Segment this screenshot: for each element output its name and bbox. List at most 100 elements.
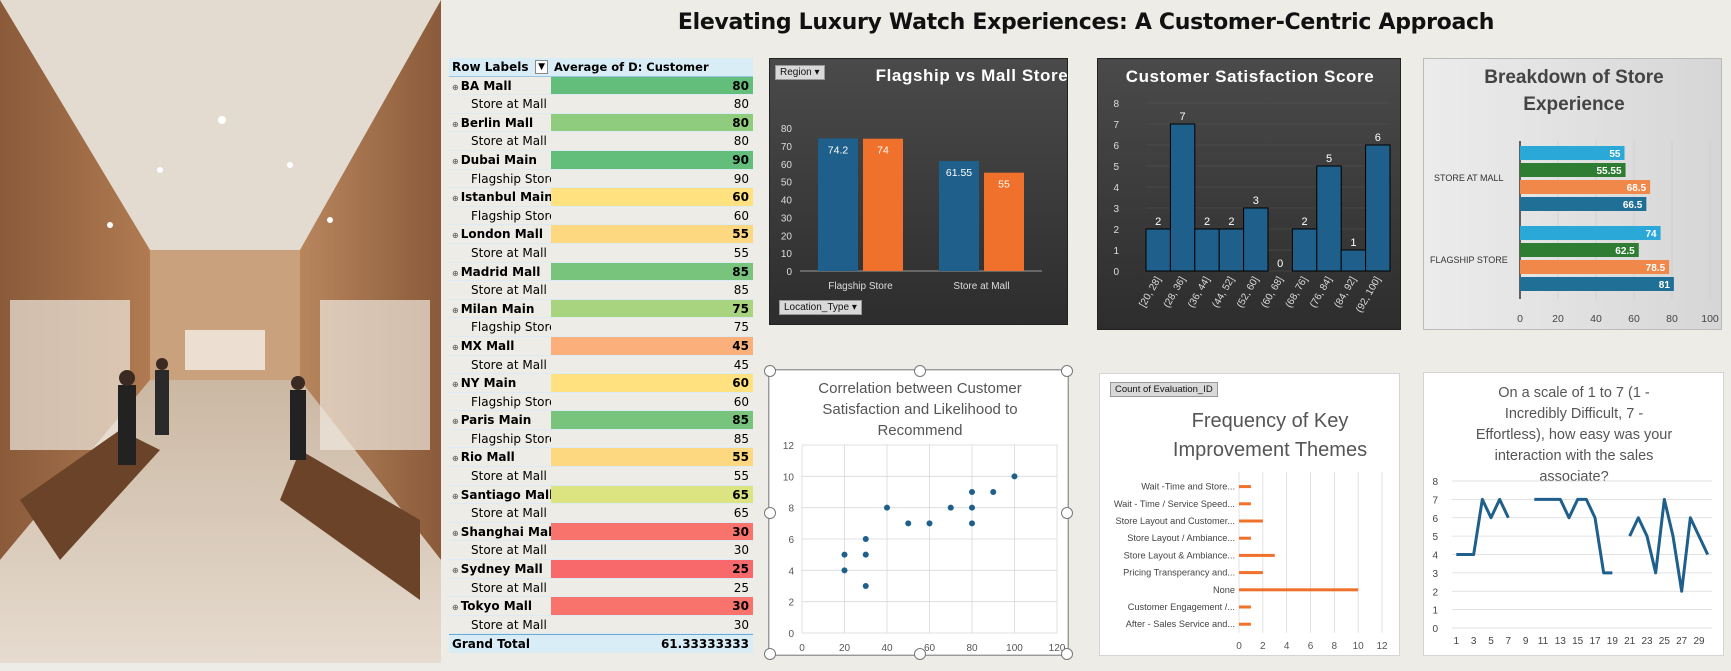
group-label[interactable]: ⊕ Tokyo Mall: [449, 597, 551, 615]
resize-handle[interactable]: [914, 648, 926, 660]
resize-handle[interactable]: [1061, 648, 1073, 660]
pivot-group-row[interactable]: ⊕ Sydney Mall 25: [449, 560, 753, 579]
pivot-group-row[interactable]: ⊕ BA Mall 80: [449, 76, 753, 96]
chart-title: Breakdown of Store Experience: [1484, 67, 1663, 115]
sub-label: Store at Mall: [471, 506, 547, 521]
y-tick-label: 12: [783, 441, 795, 452]
sub-value: 60: [733, 208, 749, 223]
pivot-group-row[interactable]: ⊕ Istanbul Main 60: [449, 188, 753, 207]
pivot-group-row[interactable]: ⊕ London Mall 55: [449, 225, 753, 244]
group-label[interactable]: ⊕ Madrid Mall: [449, 263, 551, 281]
expand-icon[interactable]: ⊕: [452, 454, 459, 463]
pivot-group-row[interactable]: ⊕ Milan Main 75: [449, 299, 753, 319]
store-breakdown-chart[interactable]: Breakdown of Store Experience 0 20 40 60 80 100…: [1423, 58, 1722, 330]
expand-icon[interactable]: ⊕: [452, 306, 459, 315]
y-tick-label: 8: [1432, 477, 1438, 488]
filter-dropdown-icon[interactable]: ▼: [535, 60, 548, 74]
y-tick-label: 1: [1113, 246, 1119, 257]
y-tick-label: 20: [781, 231, 793, 242]
group-label[interactable]: ⊕ MX Mall: [449, 337, 551, 355]
expand-icon[interactable]: ⊕: [452, 83, 459, 92]
data-label: 68.5: [1627, 183, 1647, 194]
expand-icon[interactable]: ⊕: [452, 603, 459, 612]
pivot-group-row[interactable]: ⊕ Tokyo Mall 30: [449, 597, 753, 616]
group-value: 55: [551, 448, 753, 467]
expand-icon[interactable]: ⊕: [452, 343, 459, 352]
y-category-label: Pricing Transperancy and...: [1123, 568, 1235, 578]
resize-handle[interactable]: [1061, 507, 1073, 519]
group-label[interactable]: ⊕ Milan Main: [449, 300, 551, 318]
resize-handle[interactable]: [764, 507, 776, 519]
group-value: 65: [551, 485, 753, 504]
pivot-group-row[interactable]: ⊕ Shanghai Mall 30: [449, 522, 753, 542]
bar: [1365, 144, 1391, 272]
expand-icon[interactable]: ⊕: [452, 380, 459, 389]
group-label[interactable]: ⊕ Santiago Mall: [449, 486, 551, 504]
sub-label: Flagship Store: [471, 320, 551, 335]
group-label[interactable]: ⊕ Sydney Mall: [449, 560, 551, 578]
group-label[interactable]: ⊕ London Mall: [449, 225, 551, 243]
x-tick-label: 12: [1376, 641, 1388, 652]
expand-icon[interactable]: ⊕: [452, 566, 459, 575]
expand-icon[interactable]: ⊕: [452, 231, 459, 240]
satisfaction-histogram-chart[interactable]: Customer Satisfaction Score 0 1 2 3 4 5 6 7 8 2 [20…: [1097, 58, 1401, 330]
sub-value: 30: [733, 617, 749, 632]
correlation-scatter-chart[interactable]: Correlation between Customer Satisfaction…: [764, 365, 1073, 660]
expand-icon[interactable]: ⊕: [452, 194, 459, 203]
y-tick-label: 0: [786, 267, 792, 278]
data-label: 55: [1609, 149, 1621, 160]
expand-icon[interactable]: ⊕: [452, 417, 459, 426]
sub-value: 90: [733, 171, 749, 186]
group-label[interactable]: ⊕ Istanbul Main: [449, 188, 551, 206]
pivot-sub-row: Store at Mall 25: [449, 579, 753, 598]
resize-handle[interactable]: [1061, 365, 1073, 377]
group-label[interactable]: ⊕ Berlin Mall: [449, 114, 551, 132]
scatter-point: [1011, 473, 1018, 480]
resize-handle[interactable]: [764, 648, 776, 660]
group-label[interactable]: ⊕ Dubai Main: [449, 151, 551, 169]
pivot-group-row[interactable]: ⊕ Dubai Main 90: [449, 150, 753, 170]
series-line: [1456, 497, 1510, 556]
x-tick-label: 60: [1628, 313, 1640, 325]
sub-label: Store at Mall: [471, 97, 547, 112]
group-label[interactable]: ⊕ BA Mall: [449, 77, 551, 95]
sub-value: 25: [733, 580, 749, 595]
group-label[interactable]: ⊕ Rio Mall: [449, 448, 551, 466]
x-tick-label: 17: [1589, 636, 1601, 647]
y-category-label: Customer Engagement /...: [1128, 602, 1235, 612]
expand-icon[interactable]: ⊕: [452, 492, 459, 501]
x-tick-label: 13: [1555, 636, 1567, 647]
bar: [863, 138, 903, 271]
group-value: 30: [551, 597, 753, 615]
y-category-label: FLAGSHIP STORE: [1430, 255, 1508, 265]
resize-handle[interactable]: [764, 365, 776, 377]
y-tick-label: 2: [1113, 225, 1119, 236]
pivot-group-row[interactable]: ⊕ Rio Mall 55: [449, 448, 753, 468]
sales-associate-ease-chart[interactable]: On a scale of 1 to 7 (1 -Incredibly Diff…: [1423, 372, 1724, 656]
expand-icon[interactable]: ⊕: [452, 269, 459, 278]
sub-label: Store at Mall: [471, 283, 547, 298]
group-label[interactable]: ⊕ Shanghai Mall: [449, 523, 551, 541]
flagship-vs-mall-chart[interactable]: Region ▾ Location_Type ▾ Flagship vs Mal…: [769, 58, 1068, 325]
expand-icon[interactable]: ⊕: [452, 157, 459, 166]
row-labels-header[interactable]: Row Labels ▼: [449, 58, 551, 76]
pivot-group-row[interactable]: ⊕ Paris Main 85: [449, 411, 753, 430]
pivot-group-row[interactable]: ⊕ Berlin Mall 80: [449, 113, 753, 133]
group-label[interactable]: ⊕ Paris Main: [449, 411, 551, 429]
sub-label: Flagship Store: [471, 208, 551, 223]
pivot-group-row[interactable]: ⊕ Madrid Mall 85: [449, 262, 753, 282]
resize-handle[interactable]: [914, 365, 926, 377]
pivot-group-row[interactable]: ⊕ Santiago Mall 65: [449, 485, 753, 505]
expand-icon[interactable]: ⊕: [452, 120, 459, 129]
expand-icon[interactable]: ⊕: [452, 529, 459, 538]
improvement-themes-chart[interactable]: Count of Evaluation_ID Frequency of Key I…: [1099, 373, 1400, 656]
pivot-group-row[interactable]: ⊕ NY Main 60: [449, 374, 753, 393]
group-label[interactable]: ⊕ NY Main: [449, 374, 551, 392]
x-tick-label: 7: [1506, 636, 1512, 647]
x-tick-label: 19: [1607, 636, 1619, 647]
group-value: 75: [551, 299, 753, 318]
x-tick-label: 15: [1572, 636, 1584, 647]
pivot-group-row[interactable]: ⊕ MX Mall 45: [449, 336, 753, 356]
scatter-point: [969, 489, 975, 495]
bar: [1239, 536, 1251, 540]
